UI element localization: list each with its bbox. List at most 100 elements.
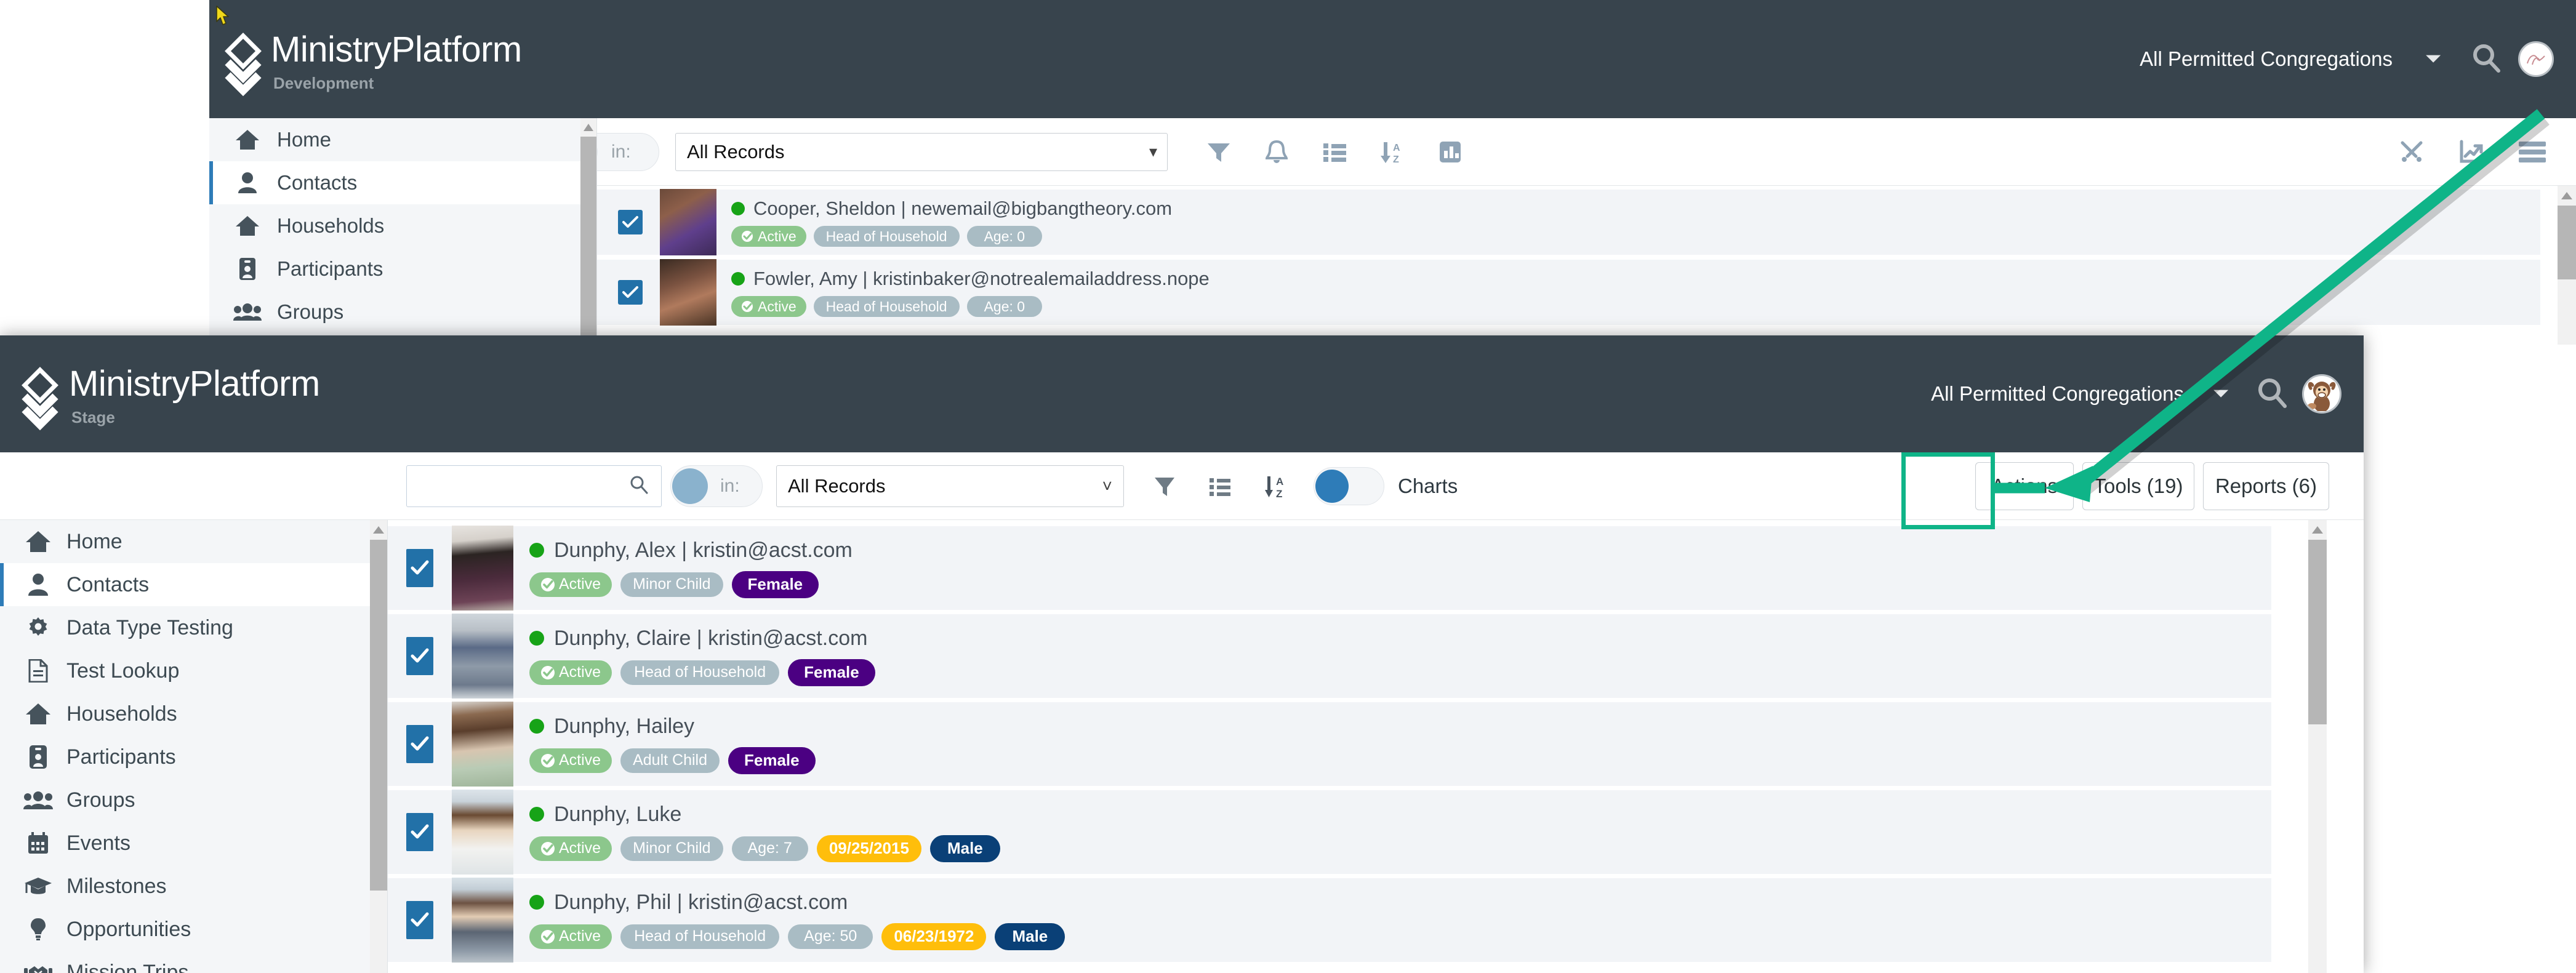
actions-button-highlight [1901, 452, 1995, 529]
contact-photo [660, 189, 716, 255]
sidebar-item-participants[interactable]: Participants [0, 735, 387, 779]
scroll-up-arrow-icon[interactable] [370, 523, 387, 537]
sidebar-item-label: Participants [66, 745, 176, 769]
scroll-up-arrow-icon[interactable] [580, 121, 596, 134]
table-row[interactable]: Dunphy, Claire | kristin@acst.com Active… [388, 614, 2271, 699]
contact-name[interactable]: Dunphy, Phil | kristin@acst.com [554, 891, 848, 915]
back-window-header: MinistryPlatform Development All Permitt… [209, 0, 2576, 118]
front-list-scrollbar[interactable] [2308, 520, 2327, 973]
front-brand-logo[interactable]: MinistryPlatform Stage [21, 366, 320, 438]
scrollbar-thumb[interactable] [370, 540, 387, 891]
front-window-toolbar: in: All Records ˅ A Z Charts Actions Too… [0, 452, 2364, 520]
front-header-right: All Permitted Congregations ⏷ [1931, 374, 2341, 414]
table-row[interactable]: Fowler, Amy | kristinbaker@notrealemaila… [597, 259, 2540, 326]
tools-icon[interactable] [2390, 130, 2433, 174]
back-sidebar-scrollbar[interactable] [580, 118, 596, 345]
front-filter-button[interactable] [1142, 464, 1187, 508]
front-views-button[interactable] [1198, 464, 1242, 508]
front-sort-button[interactable]: A Z [1253, 464, 1298, 508]
back-filter-button[interactable] [1197, 130, 1240, 174]
sidebar-item-opportunities[interactable]: Opportunities [0, 908, 387, 951]
tools-button[interactable]: Tools (19) [2082, 462, 2194, 510]
back-alerts-button[interactable] [1255, 130, 1298, 174]
row-title-line: Dunphy, Hailey [529, 715, 816, 739]
contact-photo [452, 790, 513, 875]
front-search-in-toggle[interactable]: in: [670, 465, 763, 507]
badge-label: Active [559, 839, 601, 857]
table-row[interactable]: Dunphy, Hailey Active Adult Child Female [388, 702, 2271, 787]
sidebar-item-milestones[interactable]: Milestones [0, 865, 387, 908]
sidebar-item-home[interactable]: Home [209, 118, 596, 161]
front-search-input[interactable] [406, 465, 662, 507]
document-icon [21, 659, 55, 683]
hamburger-menu-icon[interactable] [2511, 130, 2554, 174]
row-checkbox[interactable] [406, 725, 433, 763]
row-checkbox[interactable] [618, 210, 643, 234]
status-dot-icon [731, 272, 745, 286]
back-views-button[interactable] [1313, 130, 1356, 174]
age-badge: Age: 0 [966, 226, 1043, 247]
front-congregation-selector[interactable]: All Permitted Congregations [1931, 382, 2184, 406]
scrollbar-thumb[interactable] [580, 137, 596, 345]
front-sidebar-scrollbar[interactable] [370, 520, 387, 973]
sidebar-item-events[interactable]: Events [0, 822, 387, 865]
sidebar-item-contacts[interactable]: Contacts [0, 563, 387, 606]
contact-name[interactable]: Fowler, Amy | kristinbaker@notrealemaila… [753, 268, 1210, 290]
search-icon[interactable] [2470, 42, 2502, 77]
back-scope-value: All Records [687, 140, 785, 162]
back-list-scrollbar[interactable] [2558, 186, 2576, 345]
sidebar-item-groups[interactable]: Groups [0, 779, 387, 822]
table-row[interactable]: Dunphy, Phil | kristin@acst.com Active H… [388, 878, 2271, 963]
sidebar-item-mission-trips[interactable]: Mission Trips [0, 951, 387, 973]
reports-button[interactable]: Reports (6) [2203, 462, 2329, 510]
table-row[interactable]: Cooper, Sheldon | newemail@bigbangtheory… [597, 189, 2540, 256]
sidebar-item-households[interactable]: Households [0, 692, 387, 735]
sidebar-item-label: Home [277, 128, 332, 151]
sidebar-item-contacts[interactable]: Contacts [209, 161, 596, 204]
back-scope-select[interactable]: All Records ▾ [675, 132, 1168, 171]
reports-chart-icon[interactable] [2450, 130, 2494, 174]
gender-badge: Male [929, 835, 1000, 862]
contact-name[interactable]: Dunphy, Alex | kristin@acst.com [554, 539, 853, 563]
row-checkbox[interactable] [406, 637, 433, 675]
row-badges: Active Minor Child Female [529, 571, 853, 598]
chevron-down-icon[interactable]: ⏷ [2213, 383, 2228, 404]
contact-name[interactable]: Dunphy, Hailey [554, 715, 694, 739]
back-congregation-selector[interactable]: All Permitted Congregations [2140, 47, 2393, 71]
sidebar-item-test-lookup[interactable]: Test Lookup [0, 649, 387, 692]
gender-badge: Female [731, 571, 819, 598]
search-icon[interactable] [2255, 376, 2289, 412]
back-environment-label: Development [273, 73, 374, 92]
id-badge-icon [21, 745, 55, 769]
chevron-down-icon[interactable]: ⏷ [2426, 49, 2441, 70]
row-checkbox[interactable] [406, 813, 433, 851]
back-brand-logo[interactable]: MinistryPlatform Development [224, 31, 522, 104]
sidebar-item-households[interactable]: Households [209, 204, 596, 247]
contact-name[interactable]: Dunphy, Luke [554, 803, 681, 827]
scroll-up-arrow-icon[interactable] [2558, 188, 2576, 203]
table-row[interactable]: Dunphy, Luke Active Minor Child Age: 7 0… [388, 790, 2271, 875]
scrollbar-thumb[interactable] [2308, 540, 2327, 724]
sidebar-item-participants[interactable]: Participants [209, 247, 596, 290]
avatar[interactable] [2302, 374, 2341, 414]
back-sort-button[interactable]: A Z [1371, 130, 1414, 174]
row-checkbox[interactable] [406, 901, 433, 939]
table-row[interactable]: Dunphy, Alex | kristin@acst.com Active M… [388, 526, 2271, 611]
sidebar-item-home[interactable]: Home [0, 520, 387, 563]
avatar[interactable] [2518, 41, 2554, 77]
row-badges: Active Head of Household Age: 0 [731, 296, 1210, 317]
sidebar-item-data-type-testing[interactable]: Data Type Testing [0, 606, 387, 649]
contact-name[interactable]: Dunphy, Claire | kristin@acst.com [554, 627, 867, 651]
scroll-up-arrow-icon[interactable] [2308, 523, 2327, 537]
status-dot-icon [529, 719, 544, 734]
row-checkbox[interactable] [406, 549, 433, 587]
sidebar-item-groups[interactable]: Groups [209, 290, 596, 334]
front-scope-value: All Records [788, 474, 886, 497]
front-scope-select[interactable]: All Records ˅ [776, 465, 1124, 507]
scrollbar-thumb[interactable] [2558, 206, 2576, 279]
charts-toggle[interactable] [1314, 466, 1384, 505]
back-charts-button[interactable] [1429, 130, 1472, 174]
row-checkbox[interactable] [618, 280, 643, 305]
row-badges: Active Head of Household Female [529, 659, 875, 686]
contact-name[interactable]: Cooper, Sheldon | newemail@bigbangtheory… [753, 198, 1172, 220]
